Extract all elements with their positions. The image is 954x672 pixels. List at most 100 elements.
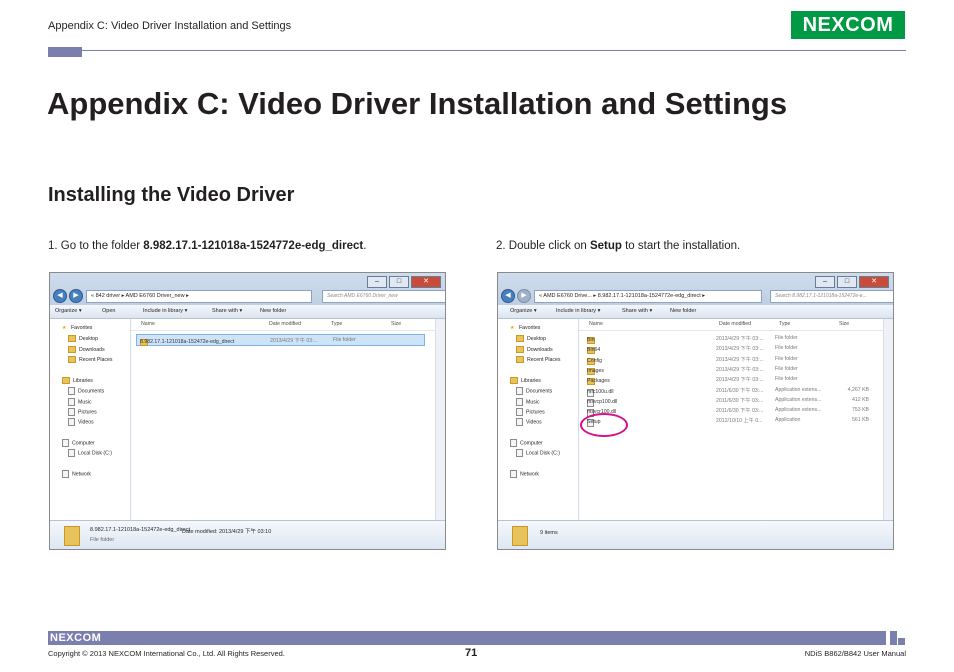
nav-recent-places[interactable]: Recent Places	[516, 356, 560, 363]
music-icon	[516, 398, 523, 406]
pictures-icon	[516, 408, 523, 416]
column-type[interactable]: Type	[779, 321, 790, 327]
list-item[interactable]: Config 2013/4/29 下午 03:... File folder	[579, 354, 883, 365]
details-pane: 8.982.17.1-121018a-152472e-edg_direct Da…	[50, 520, 445, 549]
star-icon: ★	[62, 325, 67, 332]
computer-icon	[510, 439, 517, 447]
copyright: Copyright © 2013 NEXCOM International Co…	[48, 649, 285, 658]
nav-desktop[interactable]: Desktop	[516, 335, 546, 342]
maximize-button[interactable]: □	[389, 276, 409, 288]
details-pane: 9 items	[498, 520, 893, 549]
share-with-button[interactable]: Share with ▾	[622, 305, 652, 318]
column-name[interactable]: Name	[589, 321, 603, 327]
libraries-icon	[510, 377, 518, 384]
nav-computer[interactable]: Computer	[510, 439, 543, 447]
nav-favorites[interactable]: ★ Favorites	[510, 325, 540, 331]
running-header: Appendix C: Video Driver Installation an…	[48, 20, 292, 32]
footer-bar	[48, 631, 886, 645]
forward-arrow-icon[interactable]: ▶	[69, 289, 83, 303]
column-name[interactable]: Name	[141, 321, 155, 327]
nav-music[interactable]: Music	[68, 398, 92, 406]
footer-square	[898, 638, 905, 645]
column-headers: Name Date modified Type Size	[131, 319, 435, 331]
column-headers: Name Date modified Type Size	[579, 319, 883, 331]
network-icon	[510, 470, 517, 478]
music-icon	[68, 398, 75, 406]
list-item[interactable]: 8.982.17.1-121018a-152472e-edg_direct 20…	[136, 334, 425, 346]
nav-libraries[interactable]: Libraries	[510, 377, 541, 384]
maximize-button[interactable]: □	[837, 276, 857, 288]
list-item[interactable]: mfc100u.dll 2011/6/30 下午 03:... Applicatio…	[579, 385, 883, 397]
close-button[interactable]: ✕	[411, 276, 441, 288]
footer-nexcom-logo: NEXCOM	[50, 632, 102, 644]
nav-network[interactable]: Network	[62, 470, 91, 478]
recent-places-icon	[68, 356, 76, 363]
nav-computer[interactable]: Computer	[62, 439, 95, 447]
nav-videos[interactable]: Videos	[516, 418, 542, 426]
navigation-pane: ★ Favorites Desktop Downloads Recent Plac…	[498, 319, 579, 521]
nav-downloads[interactable]: Downloads	[68, 346, 105, 353]
nav-network[interactable]: Network	[510, 470, 539, 478]
downloads-icon	[68, 346, 76, 353]
manual-name: NDiS B862/B842 User Manual	[804, 649, 906, 658]
nav-documents[interactable]: Documents	[68, 387, 104, 395]
list-item[interactable]: Bin64 2013/4/29 下午 03:... File folder	[579, 343, 883, 355]
minimize-button[interactable]: –	[815, 276, 835, 288]
include-in-library-button[interactable]: Include in library ▾	[556, 305, 600, 318]
scrollbar[interactable]	[883, 319, 893, 521]
back-arrow-icon[interactable]: ◀	[53, 289, 67, 303]
window-controls: – □ ✕	[815, 276, 889, 288]
nav-pictures[interactable]: Pictures	[516, 408, 545, 416]
back-arrow-icon[interactable]: ◀	[501, 289, 515, 303]
large-folder-icon	[512, 526, 528, 546]
videos-icon	[516, 418, 523, 426]
share-with-button[interactable]: Share with ▾	[212, 305, 242, 318]
search-input[interactable]: Search 8.982.17.1-121018a-152472e-e...	[770, 290, 893, 303]
nav-music[interactable]: Music	[516, 398, 540, 406]
nav-local-disk[interactable]: Local Disk (C:)	[68, 449, 112, 457]
disk-icon	[516, 449, 523, 457]
address-bar[interactable]: « 842 driver ▸ AMD E6760 Driver_new ▸	[86, 290, 312, 303]
nav-downloads[interactable]: Downloads	[516, 346, 553, 353]
forward-arrow-icon[interactable]: ▶	[517, 289, 531, 303]
explorer-window-2: – □ ✕ ◀ ▶ « AMD E6760 Drive... ▸ 8.982.1…	[497, 272, 894, 550]
organize-button[interactable]: Organize ▾	[55, 305, 82, 318]
list-item[interactable]: msvcp100.dll 2011/6/30 下午 03:... Applicati…	[579, 395, 883, 407]
column-size[interactable]: Size	[839, 321, 849, 327]
address-bar[interactable]: « AMD E6760 Drive... ▸ 8.982.17.1-121018…	[534, 290, 762, 303]
list-item[interactable]: Images 2013/4/29 下午 03:... File folder	[579, 364, 883, 375]
organize-button[interactable]: Organize ▾	[510, 305, 537, 318]
new-folder-button[interactable]: New folder	[670, 305, 696, 318]
window-controls: – □ ✕	[367, 276, 441, 288]
list-item[interactable]: msvcr100.dll 2011/6/30 下午 03:... Applicati…	[579, 405, 883, 418]
new-folder-button[interactable]: New folder	[260, 305, 286, 318]
navigation-pane: ★ Favorites Desktop Downloads Recent Plac…	[50, 319, 131, 521]
nav-pictures[interactable]: Pictures	[68, 408, 97, 416]
nav-buttons: ◀ ▶	[53, 289, 83, 303]
include-in-library-button[interactable]: Include in library ▾	[143, 305, 187, 318]
command-bar: Organize ▾ Open Include in library ▾ Sha…	[50, 305, 445, 319]
column-date[interactable]: Date modified	[719, 321, 751, 327]
nav-documents[interactable]: Documents	[516, 387, 552, 395]
nav-recent-places[interactable]: Recent Places	[68, 356, 112, 363]
column-size[interactable]: Size	[391, 321, 401, 327]
setup-highlight-circle	[580, 413, 628, 437]
open-button[interactable]: Open	[102, 305, 115, 318]
minimize-button[interactable]: –	[367, 276, 387, 288]
column-type[interactable]: Type	[331, 321, 342, 327]
nav-videos[interactable]: Videos	[68, 418, 94, 426]
nav-desktop[interactable]: Desktop	[68, 335, 98, 342]
scrollbar[interactable]	[435, 319, 445, 521]
close-button[interactable]: ✕	[859, 276, 889, 288]
search-input[interactable]: Search AMD E6760 Driver_new	[322, 290, 445, 303]
command-bar: Organize ▾ Include in library ▾ Share wi…	[498, 305, 893, 319]
nav-favorites[interactable]: ★ Favorites	[62, 325, 92, 331]
column-date[interactable]: Date modified	[269, 321, 301, 327]
nav-local-disk[interactable]: Local Disk (C:)	[516, 449, 560, 457]
star-icon: ★	[510, 325, 515, 332]
libraries-icon	[62, 377, 70, 384]
list-item[interactable]: Packages 2013/4/29 下午 03:... File folder	[579, 374, 883, 386]
explorer-window-1: – □ ✕ ◀ ▶ « 842 driver ▸ AMD E6760 Drive…	[49, 272, 446, 550]
nav-libraries[interactable]: Libraries	[62, 377, 93, 384]
list-item[interactable]: Bin 2013/4/29 下午 03:... File folder	[579, 333, 883, 344]
